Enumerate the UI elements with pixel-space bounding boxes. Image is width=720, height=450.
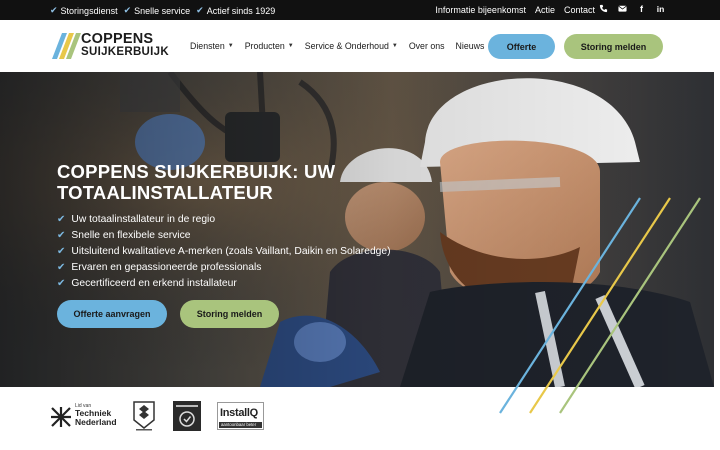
offerte-aanvragen-button[interactable]: Offerte aanvragen [57, 300, 167, 328]
list-item: ✔ Snelle en flexibele service [57, 230, 191, 242]
usp-item: ✔ Storingsdienst [50, 5, 118, 16]
link-actie[interactable]: Actie [535, 5, 555, 15]
list-item: ✔ Uitsluitend kwalitatieve A-merken (zoal… [57, 245, 391, 257]
techniek-nederland-logo: Lid van Techniek Nederland [50, 403, 120, 431]
nav-item-service-onderhoud[interactable]: Service & Onderhoud ▼ [305, 41, 398, 51]
phone-icon[interactable] [599, 4, 608, 14]
facebook-icon[interactable]: f [637, 4, 646, 14]
top-bar: ✔ Storingsdienst ✔ Snelle service ✔ Actief … [0, 0, 720, 20]
hero-section: COPPENS SUIJKERBUIJK: UW TOTAALINSTALLAT… [0, 72, 714, 387]
list-item: ✔ Ervaren en gepassioneerde professionals [57, 261, 262, 273]
usp-list: ✔ Storingsdienst ✔ Snelle service ✔ Actief … [50, 5, 275, 16]
list-item: ✔ Uw totaalinstallateur in de regio [57, 214, 216, 226]
check-icon: ✔ [57, 245, 66, 257]
logo-stripes-icon [52, 33, 81, 59]
site-header: COPPENS SUIJKERBUIJK Diensten ▼ Producten… [0, 20, 720, 72]
logo-line-1: COPPENS [81, 31, 154, 47]
top-links: Informatie bijeenkomst Actie Contact [435, 5, 595, 15]
site-logo[interactable]: COPPENS SUIJKERBUIJK [52, 32, 169, 59]
nav-item-over-ons[interactable]: Over ons [409, 41, 445, 51]
check-icon: ✔ [196, 5, 204, 15]
logo-line-2: SUIJKERBUIJK [81, 46, 169, 58]
check-icon: ✔ [57, 214, 66, 226]
main-nav: Diensten ▼ Producten ▼ Service & Onderhoud… [190, 41, 484, 51]
certified-installer-logo [172, 400, 202, 432]
usp-item: ✔ Snelle service [123, 5, 191, 16]
chevron-down-icon: ▼ [227, 43, 234, 49]
mail-icon[interactable] [618, 4, 627, 14]
installq-logo: InstallQ aantoonbaar beter [217, 402, 264, 430]
nav-item-nieuws[interactable]: Nieuws [456, 41, 485, 51]
check-icon: ✔ [57, 230, 66, 242]
chevron-down-icon: ▼ [287, 43, 294, 49]
nav-item-producten[interactable]: Producten ▼ [245, 41, 294, 51]
storing-melden-button[interactable]: Storing melden [564, 34, 663, 59]
check-icon: ✔ [57, 277, 66, 289]
link-contact[interactable]: Contact [564, 5, 595, 15]
chevron-down-icon: ▼ [391, 43, 398, 49]
hero-title: COPPENS SUIJKERBUIJK: UW TOTAALINSTALLAT… [57, 161, 336, 203]
nav-item-diensten[interactable]: Diensten ▼ [190, 41, 234, 51]
linkedin-icon[interactable]: in [656, 4, 665, 14]
link-informatie-bijeenkomst[interactable]: Informatie bijeenkomst [435, 5, 526, 15]
check-icon: ✔ [123, 5, 132, 15]
offerte-button[interactable]: Offerte [488, 34, 555, 59]
check-icon: ✔ [57, 261, 66, 273]
social-icons: f in [599, 4, 665, 14]
logo-wordmark: COPPENS SUIJKERBUIJK [81, 31, 169, 58]
check-icon: ✔ [50, 5, 58, 15]
hero-usp-list: ✔ Uw totaalinstallateur in de regio ✔ Snel… [57, 212, 391, 291]
list-item: ✔ Gecertificeerd en erkend installateur [57, 277, 237, 289]
usp-item: ✔ Actief sinds 1929 [196, 5, 276, 16]
hero-storing-melden-button[interactable]: Storing melden [180, 300, 279, 328]
vri-logo [132, 400, 156, 432]
